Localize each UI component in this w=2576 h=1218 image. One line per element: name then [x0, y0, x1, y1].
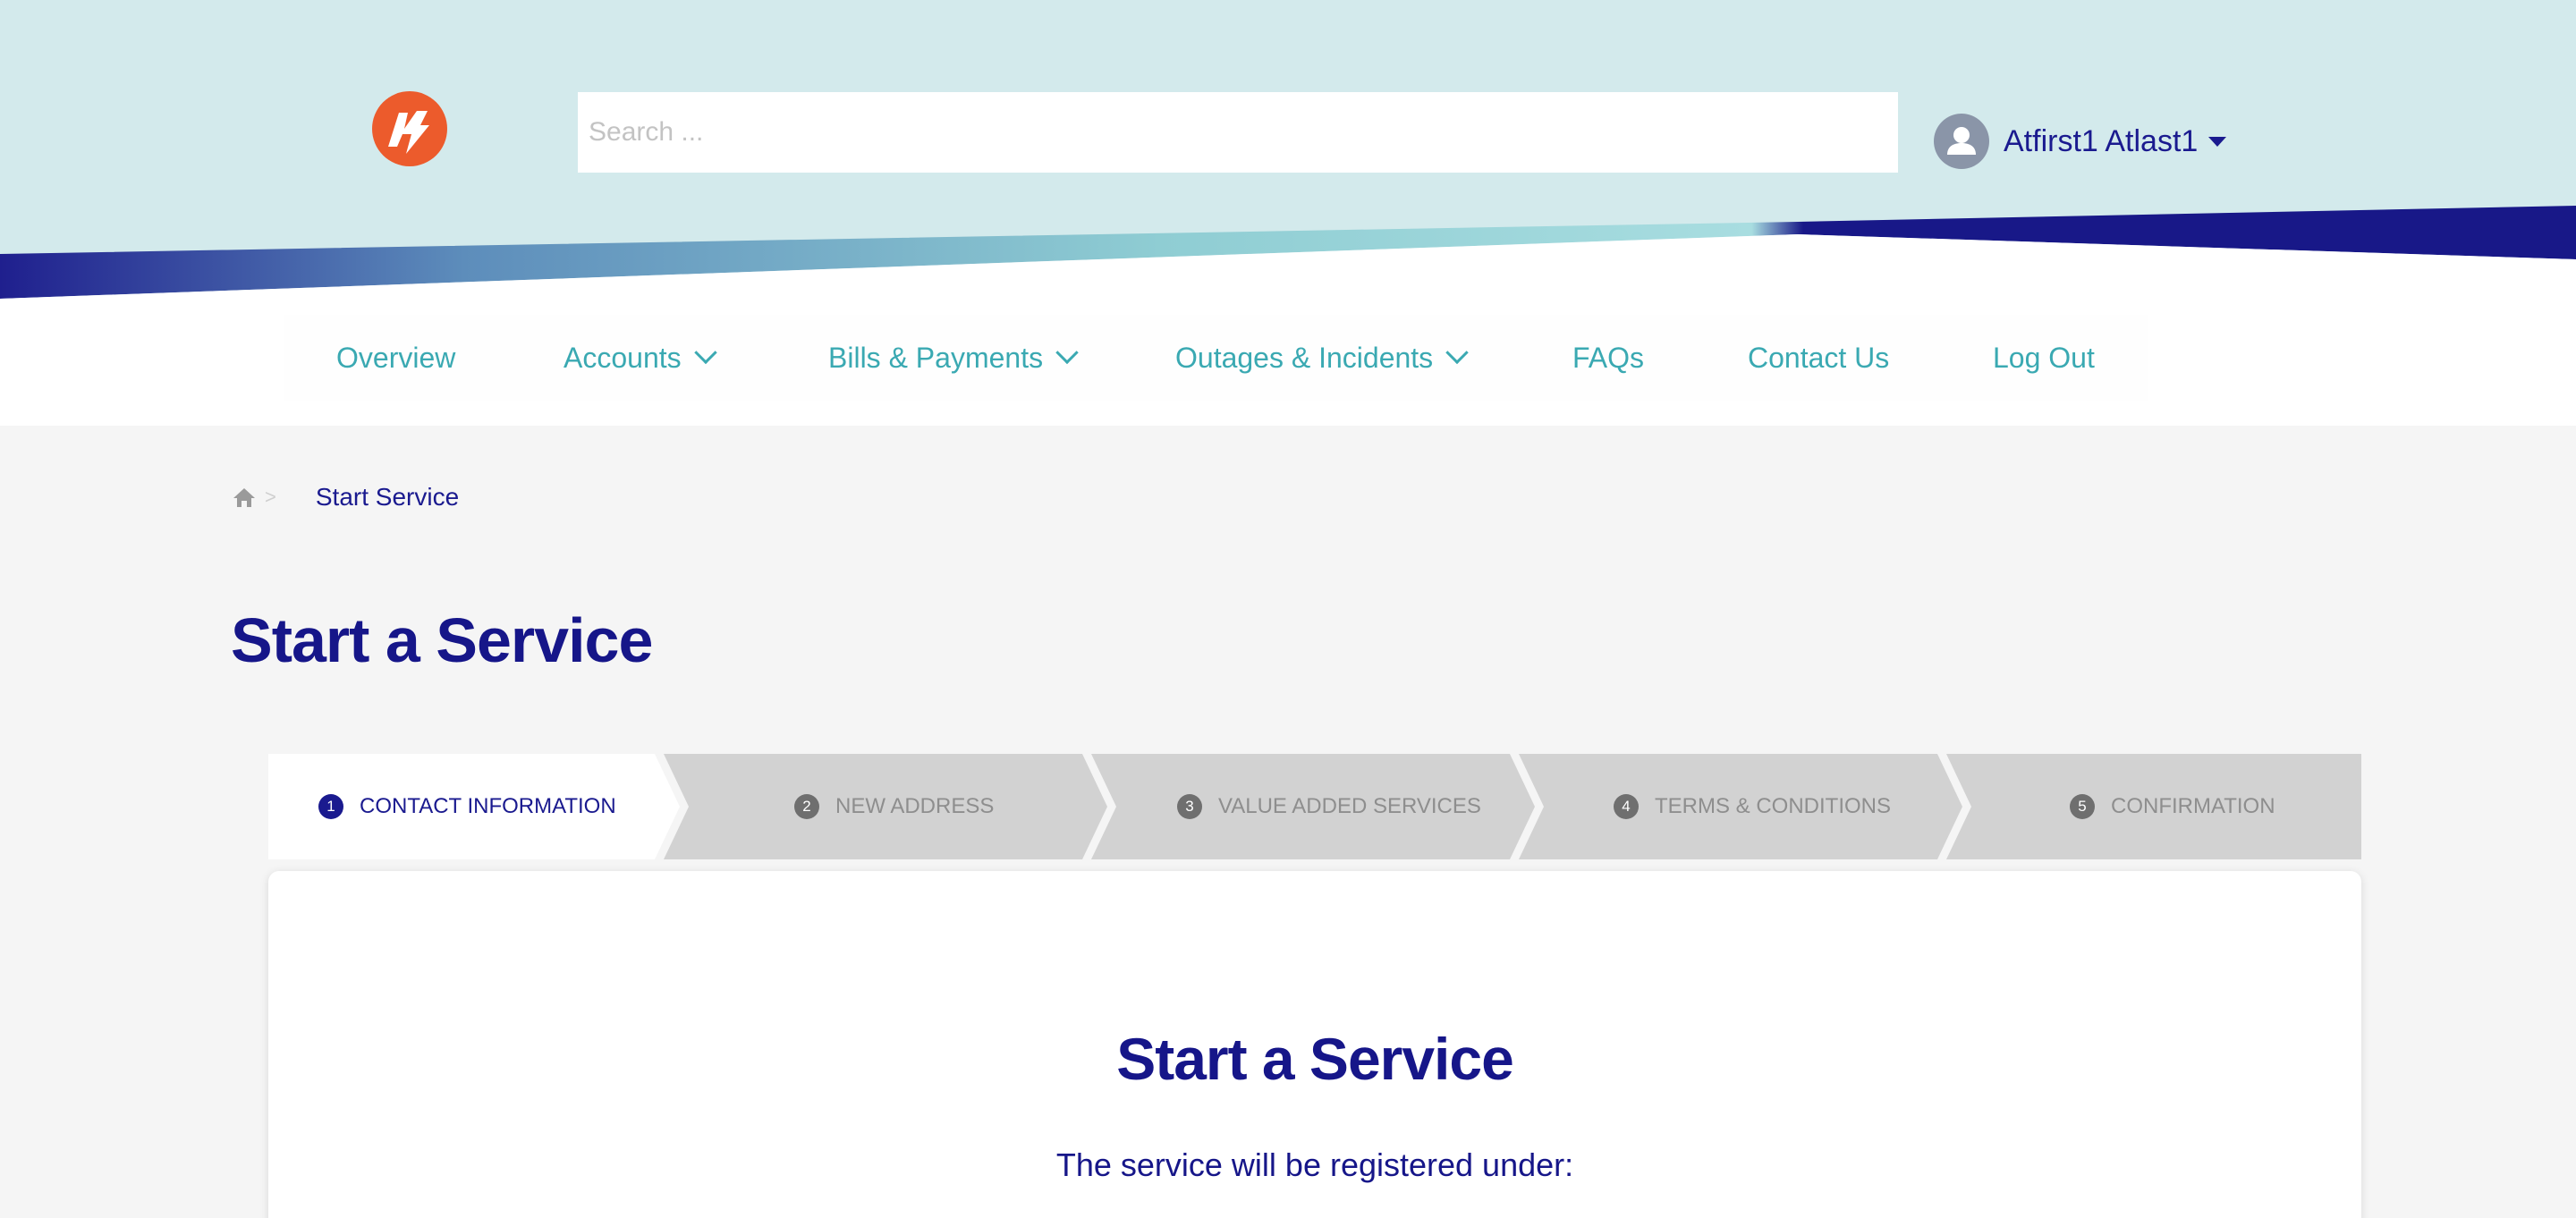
nav-item-label: Bills & Payments [828, 341, 1044, 374]
user-menu[interactable]: Atfirst1 Atlast1 [1934, 113, 2227, 170]
nav-item-contact-us[interactable]: Contact Us [1748, 315, 1889, 401]
main-nav: Overview Accounts Bills & Payments Outag… [284, 315, 2148, 401]
avatar-icon [1934, 114, 1989, 169]
step-label: CONFIRMATION [2111, 794, 2275, 818]
page-title: Start a Service [231, 605, 653, 675]
step-number: 2 [794, 794, 819, 819]
site-header: Atfirst1 Atlast1 [0, 0, 2576, 304]
nav-item-label: Accounts [564, 341, 682, 374]
step-confirmation[interactable]: 5 CONFIRMATION [2070, 754, 2275, 859]
step-label: TERMS & CONDITIONS [1655, 794, 1892, 818]
step-label: CONTACT INFORMATION [360, 794, 616, 818]
nav-item-label: Overview [336, 341, 456, 374]
step-number: 1 [318, 794, 343, 819]
breadcrumb-current: Start Service [315, 483, 460, 511]
nav-item-overview[interactable]: Overview [336, 315, 455, 401]
home-icon[interactable] [233, 486, 256, 508]
step-label: NEW ADDRESS [835, 794, 995, 818]
card-subtitle: The service will be registered under: [1055, 1146, 1574, 1183]
card-title: Start a Service [1116, 1026, 1514, 1092]
nav-item-label: Outages & Incidents [1175, 341, 1434, 374]
nav-item-outages-incidents[interactable]: Outages & Incidents [1175, 315, 1469, 401]
breadcrumb: > Start Service [233, 479, 459, 515]
step-number: 5 [2070, 794, 2095, 819]
nav-item-accounts[interactable]: Accounts [564, 315, 717, 401]
nav-item-bills-payments[interactable]: Bills & Payments [828, 315, 1079, 401]
main-nav-bar: Overview Accounts Bills & Payments Outag… [0, 304, 2576, 426]
chevron-down-icon [693, 341, 717, 365]
nav-item-faqs[interactable]: FAQs [1572, 315, 1644, 401]
nav-item-label: Contact Us [1748, 341, 1890, 374]
user-name: Atfirst1 Atlast1 [2004, 123, 2199, 158]
bolt-logo-icon[interactable] [370, 89, 449, 168]
content-card: Start a Service The service will be regi… [268, 871, 2361, 1218]
step-terms-conditions[interactable]: 4 TERMS & CONDITIONS [1614, 754, 1891, 859]
step-number: 3 [1177, 794, 1202, 819]
step-label: VALUE ADDED SERVICES [1218, 794, 1481, 818]
step-progress: 1 CONTACT INFORMATION 2 NEW ADDRESS 3 VA… [268, 754, 2361, 859]
step-new-address[interactable]: 2 NEW ADDRESS [794, 754, 994, 859]
nav-item-label: Log Out [1993, 341, 2095, 374]
nav-item-label: FAQs [1572, 341, 1645, 374]
step-contact-information[interactable]: 1 CONTACT INFORMATION [318, 754, 616, 859]
chevron-down-icon [1055, 341, 1079, 365]
step-number: 4 [1614, 794, 1639, 819]
step-value-added-services[interactable]: 3 VALUE ADDED SERVICES [1177, 754, 1481, 859]
breadcrumb-separator: > [265, 486, 276, 508]
nav-item-log-out[interactable]: Log Out [1993, 315, 2095, 401]
chevron-down-icon [1445, 341, 1469, 365]
caret-down-icon [2208, 136, 2227, 147]
search-input[interactable] [578, 92, 1898, 173]
